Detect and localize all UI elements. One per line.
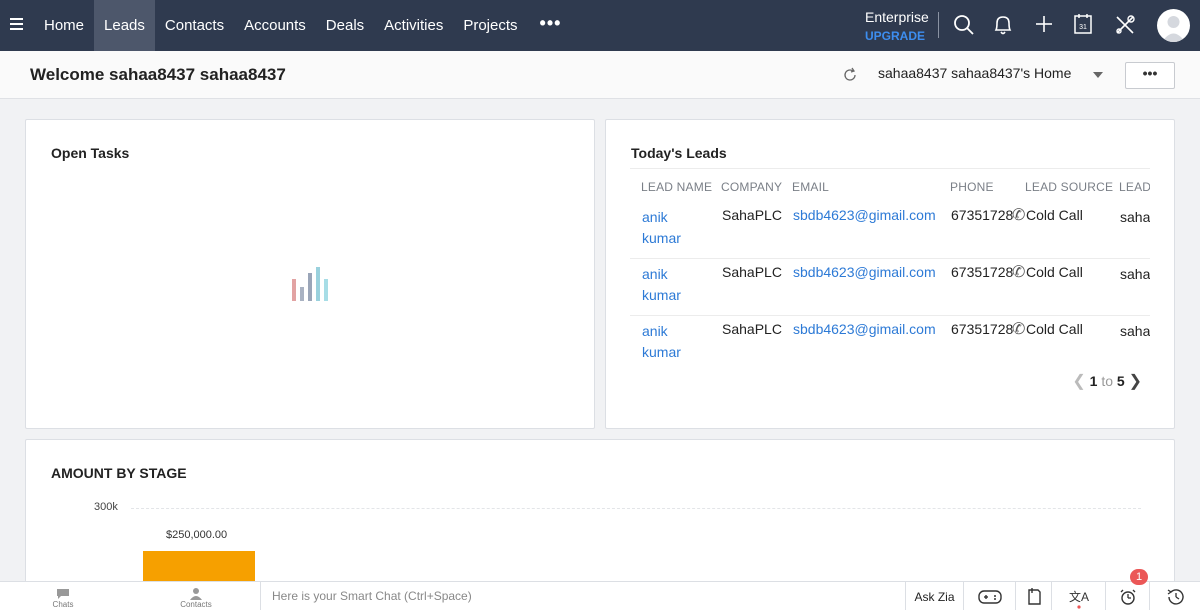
lead-name-link[interactable]: anik kumar: [642, 264, 702, 306]
column-header-phone[interactable]: PHONE: [950, 180, 994, 194]
nav-contacts[interactable]: Contacts: [155, 0, 234, 51]
phone-cell: 67351728: [951, 207, 1014, 223]
todays-leads-card: Today's Leads LEAD NAME COMPANY EMAIL PH…: [605, 119, 1175, 429]
notes-icon[interactable]: [1015, 582, 1051, 610]
phone-icon[interactable]: ✆: [1012, 319, 1025, 339]
page-from: 1: [1089, 373, 1098, 389]
table-row: anik kumar SahaPLC sbdb4623@gimail.com 6…: [630, 259, 1150, 316]
phone-icon[interactable]: ✆: [1012, 205, 1025, 225]
bottom-bar: Chats Contacts Here is your Smart Chat (…: [0, 581, 1200, 610]
tools-icon[interactable]: [1113, 12, 1137, 38]
lead-name-link[interactable]: anik kumar: [642, 207, 702, 249]
company-cell: SahaPLC: [722, 321, 782, 337]
nav-home[interactable]: Home: [34, 0, 94, 51]
ask-zia-button[interactable]: Ask Zia: [905, 582, 963, 610]
avatar[interactable]: [1157, 9, 1190, 42]
bell-icon[interactable]: [991, 12, 1015, 38]
menu-icon[interactable]: [10, 18, 23, 30]
divider: [938, 12, 939, 38]
email-link[interactable]: sbdb4623@gimail.com: [793, 207, 936, 223]
open-tasks-title: Open Tasks: [51, 145, 130, 161]
calendar-icon[interactable]: 31: [1072, 12, 1096, 38]
nav-activities[interactable]: Activities: [374, 0, 453, 51]
page-to: 5: [1116, 373, 1125, 389]
column-header-email[interactable]: EMAIL: [792, 180, 829, 194]
lead-owner-cell: saha: [1120, 266, 1150, 282]
email-link[interactable]: sbdb4623@gimail.com: [793, 264, 936, 280]
contacts-label: Contacts: [180, 600, 212, 609]
divider: [630, 168, 1150, 169]
history-icon[interactable]: [1149, 582, 1200, 610]
top-nav-bar: Home Leads Contacts Accounts Deals Activ…: [0, 0, 1200, 51]
amount-by-stage-card: AMOUNT BY STAGE 300k $250,000.00: [25, 439, 1175, 599]
column-header-lead-source[interactable]: LEAD SOURCE: [1025, 180, 1113, 194]
svg-text:文A: 文A: [1069, 589, 1089, 604]
contacts-icon: [190, 588, 202, 600]
home-selector[interactable]: sahaa8437 sahaa8437's Home: [878, 65, 1071, 81]
y-axis-tick: 300k: [94, 501, 118, 513]
lead-owner-cell: saha: [1120, 209, 1150, 225]
lead-source-cell: Cold Call: [1026, 207, 1083, 223]
lead-source-cell: Cold Call: [1026, 264, 1083, 280]
table-row: anik kumar SahaPLC sbdb4623@gimail.com 6…: [630, 202, 1150, 259]
refresh-icon[interactable]: [842, 67, 858, 83]
upgrade-link[interactable]: UPGRADE: [865, 29, 925, 43]
leads-table-body: anik kumar SahaPLC sbdb4623@gimail.com 6…: [630, 202, 1150, 362]
notification-badge: 1: [1130, 569, 1148, 585]
column-header-lead-owner[interactable]: LEAD: [1119, 180, 1150, 194]
company-cell: SahaPLC: [722, 207, 782, 223]
gamepad-icon[interactable]: [963, 582, 1015, 610]
nav-leads[interactable]: Leads: [94, 0, 155, 51]
open-tasks-card: Open Tasks: [25, 119, 595, 429]
pagination: ❮ 1 to 5 ❯: [1072, 371, 1142, 391]
chevron-down-icon[interactable]: [1093, 72, 1103, 78]
phone-cell: 67351728: [951, 321, 1014, 337]
bar-data-label: $250,000.00: [166, 529, 228, 541]
table-row: anik kumar SahaPLC sbdb4623@gimail.com 6…: [630, 316, 1150, 362]
language-icon[interactable]: 文A: [1051, 582, 1105, 610]
page-to-word: to: [1101, 373, 1114, 389]
phone-icon[interactable]: ✆: [1012, 262, 1025, 282]
gridline: [131, 508, 1141, 509]
lead-name-link[interactable]: anik kumar: [642, 321, 702, 362]
search-icon[interactable]: [952, 12, 976, 38]
loading-icon: [292, 265, 332, 301]
lead-source-cell: Cold Call: [1026, 321, 1083, 337]
lead-owner-cell: saha: [1120, 323, 1150, 339]
smart-chat-input[interactable]: Here is your Smart Chat (Ctrl+Space): [260, 582, 905, 610]
nav-accounts[interactable]: Accounts: [234, 0, 316, 51]
nav-projects[interactable]: Projects: [453, 0, 527, 51]
todays-leads-title: Today's Leads: [631, 145, 727, 161]
nav-deals[interactable]: Deals: [316, 0, 374, 51]
chevron-right-icon[interactable]: ❯: [1129, 373, 1142, 390]
nav-more-button[interactable]: •••: [528, 0, 574, 51]
svg-text:31: 31: [1079, 24, 1087, 31]
amount-by-stage-title: AMOUNT BY STAGE: [51, 465, 187, 481]
page-title: Welcome sahaa8437 sahaa8437: [30, 65, 286, 84]
plus-icon[interactable]: [1032, 12, 1056, 38]
phone-cell: 67351728: [951, 264, 1014, 280]
company-cell: SahaPLC: [722, 264, 782, 280]
header-more-button[interactable]: •••: [1125, 62, 1175, 89]
contacts-button[interactable]: Contacts: [168, 582, 224, 610]
alarm-icon[interactable]: [1105, 582, 1149, 610]
chats-button[interactable]: Chats: [35, 582, 91, 610]
edition-label: Enterprise: [865, 9, 929, 25]
module-tabs: Home Leads Contacts Accounts Deals Activ…: [34, 0, 573, 51]
chat-icon: [57, 589, 69, 599]
chats-label: Chats: [52, 600, 74, 609]
chevron-left-icon[interactable]: ❮: [1072, 373, 1085, 390]
column-header-company[interactable]: COMPANY: [721, 180, 782, 194]
page-header: Welcome sahaa8437 sahaa8437 sahaa8437 sa…: [0, 51, 1200, 99]
email-link[interactable]: sbdb4623@gimail.com: [793, 321, 936, 337]
column-header-lead-name[interactable]: LEAD NAME: [641, 180, 712, 194]
